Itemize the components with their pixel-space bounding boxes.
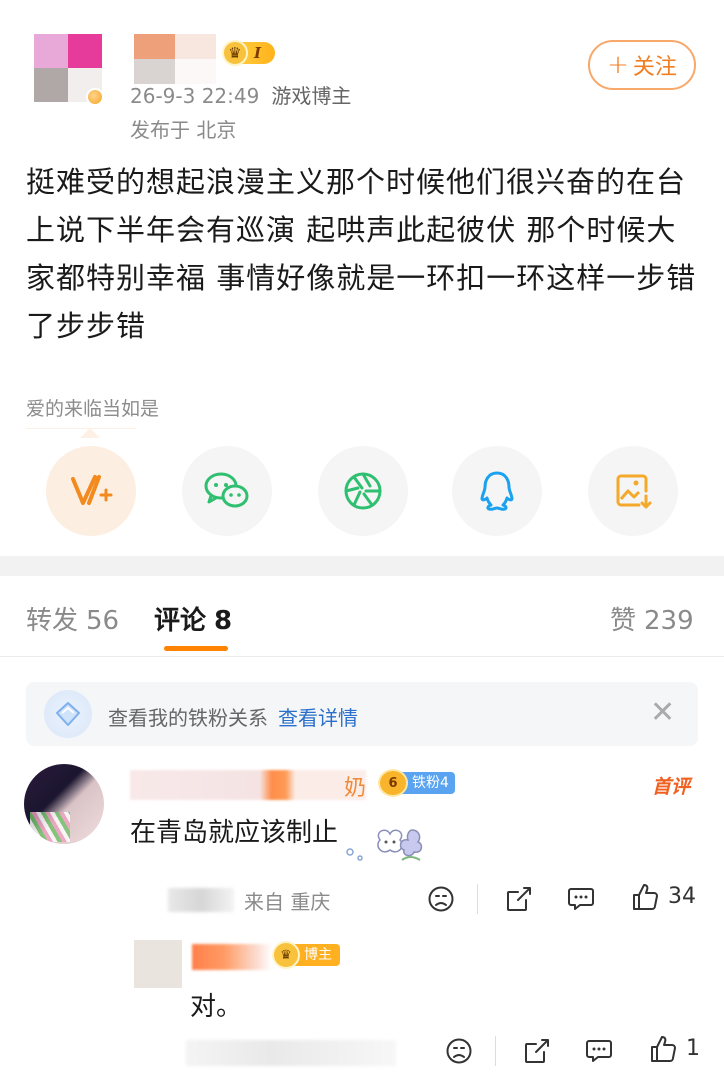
section-separator <box>0 556 724 576</box>
tab-repost[interactable]: 转发 56 <box>26 600 119 637</box>
view-details-link[interactable]: 查看详情 <box>278 706 358 730</box>
crown-icon: ♛ <box>222 40 248 66</box>
save-image-icon <box>616 474 652 509</box>
moments-icon <box>344 472 382 510</box>
close-icon[interactable]: ✕ <box>650 698 675 728</box>
reply-dislike-icon[interactable] <box>444 1036 474 1066</box>
tab-divider <box>0 656 724 657</box>
action-divider <box>477 884 478 914</box>
reply-repost-icon[interactable] <box>522 1036 552 1066</box>
tab-comment-label: 评论 <box>154 606 207 636</box>
follow-label: 关注 <box>632 55 677 80</box>
iron-fan-label: 查看我的铁粉关系 <box>108 706 268 730</box>
tab-repost-label: 转发 <box>26 606 79 636</box>
share-wechat-button[interactable] <box>182 446 272 536</box>
reply-time-redacted <box>186 1040 396 1066</box>
tab-repost-count: 56 <box>86 606 120 636</box>
plus-icon: + <box>607 50 629 80</box>
comment-like-count: 34 <box>668 884 696 909</box>
commenter-avatar[interactable] <box>24 764 104 844</box>
author-name-redacted[interactable] <box>134 34 216 84</box>
follow-button[interactable]: + 关注 <box>588 40 696 90</box>
comment-text: 在青岛就应该制止 <box>130 818 339 848</box>
tab-comment-count: 8 <box>214 606 233 636</box>
comment-icon[interactable] <box>566 884 596 914</box>
sticker-decoration-icon <box>346 829 423 861</box>
tab-active-indicator <box>164 646 228 651</box>
post-location: 发布于 北京 <box>130 118 237 142</box>
crown-icon: 6 <box>378 769 408 797</box>
verified-badge-icon <box>86 88 104 106</box>
wechat-icon <box>204 472 249 508</box>
comment-source: 来自 重庆 <box>244 890 331 914</box>
replier-name-redacted[interactable] <box>192 944 272 970</box>
first-comment-badge: 首评 <box>652 776 691 798</box>
reply-like-icon[interactable] <box>648 1034 678 1064</box>
reply-comment-icon[interactable] <box>584 1036 614 1066</box>
tab-comment[interactable]: 评论 8 <box>154 600 232 637</box>
topic-link[interactable]: 爱的来临当如是 <box>26 394 159 421</box>
tab-like[interactable]: 赞 239 <box>610 600 694 637</box>
diamond-icon <box>44 690 92 738</box>
share-vplus-button[interactable] <box>46 446 136 536</box>
dislike-icon[interactable] <box>426 884 456 914</box>
fan-level-label: 铁粉4 <box>402 772 455 794</box>
replier-avatar[interactable] <box>134 940 182 988</box>
reply-text: 对。 <box>190 992 243 1022</box>
crown-icon: ♛ <box>272 941 300 969</box>
topic-caret <box>80 428 100 438</box>
share-save-image-button[interactable] <box>588 446 678 536</box>
repost-icon[interactable] <box>504 884 534 914</box>
iron-fan-badge[interactable]: 6 铁粉4 <box>378 769 455 797</box>
crown-number: 6 <box>388 775 398 791</box>
tab-like-count: 239 <box>644 606 694 636</box>
comment-time-redacted <box>168 888 234 912</box>
blogger-label: 博主 <box>294 944 340 966</box>
user-tag: 游戏博主 <box>271 84 352 108</box>
share-qq-button[interactable] <box>452 446 542 536</box>
reply-like-count: 1 <box>686 1036 700 1061</box>
share-moments-button[interactable] <box>318 446 408 536</box>
like-icon[interactable] <box>630 882 660 912</box>
vip-badge[interactable]: ♛ I <box>222 40 276 66</box>
commenter-name-tail[interactable]: 奶 <box>344 770 366 802</box>
vplus-icon <box>71 475 113 505</box>
qq-icon <box>480 471 514 511</box>
action-divider <box>495 1036 496 1066</box>
post-time: 26-9-3 22:49 <box>130 84 260 108</box>
post-text: 挺难受的想起浪漫主义那个时候他们很兴奋的在台上说下半年会有巡演 起哄声此起彼伏 … <box>26 165 697 343</box>
blogger-badge: ♛ 博主 <box>272 941 340 969</box>
post-meta: 26-9-3 22:49 游戏博主 <box>130 80 351 109</box>
commenter-name-redacted[interactable] <box>130 770 366 800</box>
tab-like-label: 赞 <box>610 606 637 636</box>
iron-fan-text: 查看我的铁粉关系 查看详情 <box>108 702 358 731</box>
